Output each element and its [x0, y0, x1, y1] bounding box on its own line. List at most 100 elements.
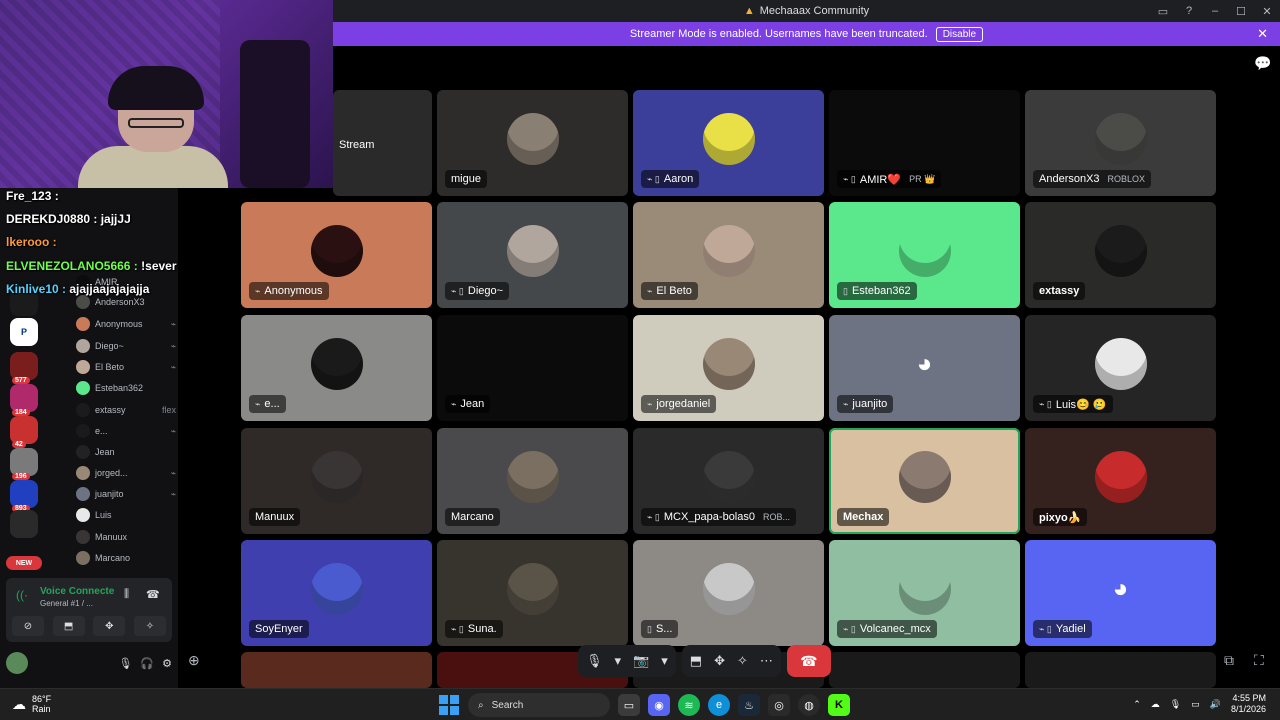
activities-icon[interactable]: ✥ [714, 653, 725, 669]
voice-channel[interactable]: General #1 / ... [40, 599, 93, 608]
list-item[interactable]: Jean [76, 442, 176, 462]
chat-bubble-icon[interactable]: 💬 [1254, 55, 1271, 72]
camera-off-icon[interactable]: ⊘ [12, 616, 44, 636]
mic-icon[interactable]: 🎙 [1170, 699, 1181, 710]
list-item[interactable]: jorged... ⌁ [76, 463, 176, 483]
disconnect-button[interactable]: ☎ [786, 645, 831, 677]
maximize-button[interactable]: ☐ [1228, 5, 1254, 18]
help-icon[interactable]: ? [1176, 5, 1202, 17]
popout-icon[interactable]: ⧉ [1224, 652, 1234, 669]
participant-tile[interactable]: ⌁ ▯ Luis😊 🥲 [1025, 315, 1216, 421]
screen-share-icon[interactable]: ⬒ [690, 653, 702, 669]
participant-name: juanjito [852, 398, 888, 410]
participant-tile[interactable]: ⌁ ▯ AMIR❤️ PR 👑 [829, 90, 1020, 196]
participant-tile[interactable]: ⌁ ▯ Volcanec_mcx [829, 540, 1020, 646]
chevron-up-icon[interactable]: ⌃ [1133, 699, 1141, 710]
server-icon[interactable] [10, 510, 38, 538]
monitor-icon[interactable]: ▭ [1191, 699, 1200, 710]
participant-tile[interactable]: ⌁ Jean [437, 315, 628, 421]
headset-icon[interactable]: 🎧 [140, 657, 154, 670]
list-item[interactable]: Esteban362 [76, 378, 176, 398]
close-window-button[interactable]: ✕ [1254, 5, 1280, 18]
obs-app-icon[interactable]: ◎ [768, 694, 790, 716]
list-item[interactable]: e... ⌁ [76, 421, 176, 441]
participant-tile[interactable]: ▯ Esteban362 [829, 202, 1020, 308]
list-item[interactable]: juanjito ⌁ [76, 484, 176, 504]
list-item[interactable]: Diego~ ⌁ [76, 336, 176, 356]
server-icon[interactable]: 577 [10, 352, 38, 384]
server-icon[interactable]: 893 [10, 480, 38, 512]
participant-tile[interactable]: Manuux [241, 428, 432, 534]
activities-icon[interactable]: ✥ [93, 616, 126, 636]
participant-tile[interactable]: ⌁ jorgedaniel [633, 315, 824, 421]
participant-tile[interactable]: ▯ S... [633, 540, 824, 646]
avatar [76, 508, 90, 522]
voice-status[interactable]: Voice Connecte [40, 586, 114, 597]
minimize-button[interactable]: – [1202, 5, 1228, 17]
participant-tile[interactable]: ◕ ⌁ juanjito [829, 315, 1020, 421]
settings-gear-icon[interactable]: ⚙ [162, 657, 172, 670]
search-box[interactable]: ⌕ Search [468, 693, 610, 717]
chrome-app-icon[interactable]: ◍ [798, 694, 820, 716]
camera-icon[interactable]: 📷 [633, 653, 649, 669]
mic-icon[interactable]: 🎙 [586, 653, 603, 669]
participant-tile-partial[interactable] [241, 652, 432, 688]
participant-tile[interactable]: ⌁ ▯ Suna. [437, 540, 628, 646]
chevron-down-icon[interactable]: ▾ [615, 653, 622, 669]
more-icon[interactable]: ⋯ [760, 653, 773, 669]
disconnect-icon[interactable]: ☎ [146, 588, 160, 601]
participant-tile[interactable]: ⌁ ▯ MCX_papa-bolas0 ROB... [633, 428, 824, 534]
steam-app-icon[interactable]: ♨ [738, 694, 760, 716]
soundboard-icon[interactable]: ✧ [133, 616, 166, 636]
server-icon[interactable]: 42 [10, 416, 38, 448]
list-item[interactable]: El Beto ⌁ [76, 357, 176, 377]
participant-tile[interactable]: Stream [333, 90, 432, 196]
noise-suppression-icon[interactable]: ⫼ [124, 588, 129, 601]
cloud-icon[interactable]: ☁ [1151, 699, 1160, 710]
edge-app-icon[interactable]: e [708, 694, 730, 716]
participant-tile[interactable]: ⌁ e... [241, 315, 432, 421]
participant-tile[interactable]: SoyEnyer [241, 540, 432, 646]
list-item[interactable]: Luis [76, 505, 176, 525]
participant-tile[interactable]: ⌁ Anonymous [241, 202, 432, 308]
participant-tile[interactable]: ⌁ ▯ Aaron [633, 90, 824, 196]
participant-tile[interactable]: ⌁ El Beto [633, 202, 824, 308]
screen-share-icon[interactable]: ⬒ [52, 616, 85, 636]
participant-tile[interactable]: AndersonX3 ROBLOX [1025, 90, 1216, 196]
participant-tile[interactable]: extassy [1025, 202, 1216, 308]
kick-app-icon[interactable]: K [828, 694, 850, 716]
playstation-server-icon[interactable]: P [10, 318, 38, 346]
member-name: Marcano [95, 553, 131, 563]
windows-start-icon[interactable] [438, 694, 460, 716]
task-view-icon[interactable]: ▭ [618, 694, 640, 716]
participant-tile[interactable]: Mechax [829, 428, 1020, 534]
list-item[interactable]: Anonymous ⌁ [76, 314, 176, 334]
avatar[interactable] [6, 652, 28, 674]
participant-tile-partial[interactable] [1025, 652, 1216, 688]
spotify-app-icon[interactable]: ≋ [678, 694, 700, 716]
list-item[interactable]: Manuux [76, 527, 176, 547]
list-item[interactable]: Marcano [76, 548, 176, 568]
participant-tile[interactable]: migue [437, 90, 628, 196]
chevron-down-icon[interactable]: ▾ [661, 653, 668, 669]
disable-streamer-button[interactable]: Disable [935, 26, 984, 42]
discord-app-icon[interactable]: ◉ [648, 694, 670, 716]
invite-icon[interactable]: ⊕ [188, 652, 200, 669]
soundboard-icon[interactable]: ✧ [737, 653, 748, 669]
volume-icon[interactable]: 🔊 [1210, 699, 1221, 710]
participant-tile[interactable]: ◕ ⌁ ▯ Yadiel [1025, 540, 1216, 646]
fullscreen-icon[interactable]: ⛶ [1254, 652, 1264, 669]
mic-icon[interactable]: 🎙 [118, 657, 132, 670]
list-item[interactable]: extassy flex [76, 400, 176, 420]
new-badge[interactable]: NEW [6, 556, 42, 570]
clock[interactable]: 4:55 PM 8/1/2026 [1231, 693, 1266, 715]
participant-tile[interactable]: Marcano [437, 428, 628, 534]
server-icon[interactable]: 184 [10, 384, 38, 416]
server-icon[interactable]: 196 [10, 448, 38, 480]
weather-widget[interactable]: ☁ 86°F Rain [12, 694, 51, 714]
close-icon[interactable]: ✕ [1257, 26, 1268, 42]
banner-message: Streamer Mode is enabled. Usernames have… [629, 28, 928, 40]
participant-tile[interactable]: ⌁ ▯ Diego~ [437, 202, 628, 308]
inbox-icon[interactable]: ▭ [1150, 5, 1176, 18]
participant-tile[interactable]: pixyo🍌 [1025, 428, 1216, 534]
